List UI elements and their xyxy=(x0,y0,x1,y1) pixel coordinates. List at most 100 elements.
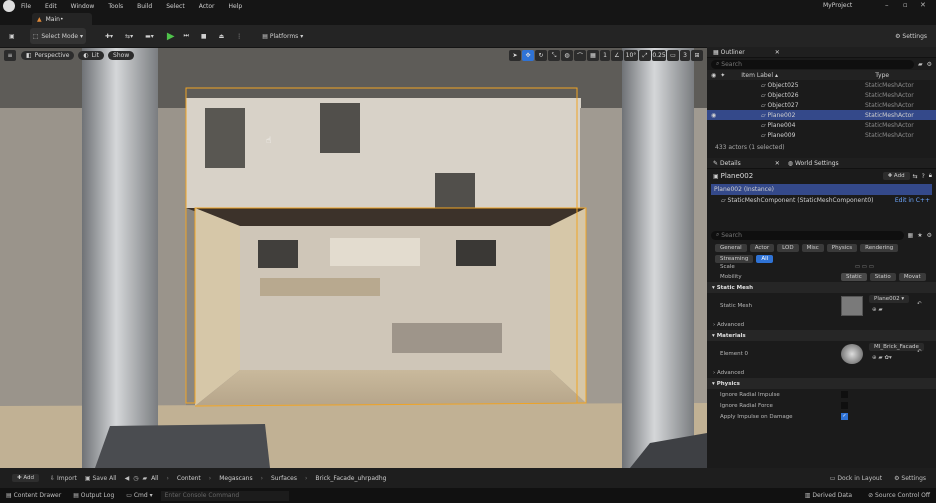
tab-details[interactable]: Details xyxy=(720,160,741,167)
perspective-button[interactable]: ◧ Perspective xyxy=(21,51,75,60)
mobility-stationary[interactable]: Statio xyxy=(869,272,896,281)
save-all-button[interactable]: ▣ Save All xyxy=(85,475,117,482)
minimize-icon[interactable]: – xyxy=(885,1,889,9)
column-item-label[interactable]: Item Label ▴ xyxy=(741,72,875,79)
menu-help[interactable]: Help xyxy=(229,3,243,10)
mobility-movable[interactable]: Movat xyxy=(898,272,926,281)
hamburger-icon[interactable]: ≡ xyxy=(4,50,16,61)
console-input[interactable]: Enter Console Command xyxy=(160,490,289,501)
scale-tool-icon[interactable]: ⤡ xyxy=(548,50,560,61)
maximize-icon[interactable]: ▫ xyxy=(903,1,908,9)
output-log-button[interactable]: ▤ Output Log xyxy=(73,492,114,499)
filter-actor[interactable]: Actor xyxy=(749,244,775,252)
close-icon[interactable]: ✕ xyxy=(920,1,926,9)
outliner-settings-icon[interactable]: ⚙ xyxy=(927,61,932,68)
source-control-button[interactable]: ⊘ Source Control Off xyxy=(868,492,930,499)
play-icon[interactable]: ▶ xyxy=(167,31,175,42)
breadcrumb-surfaces[interactable]: Surfaces xyxy=(271,475,297,482)
add-button[interactable]: ✚ Add xyxy=(12,474,40,482)
blueprint-icon[interactable]: ⇆▾ xyxy=(122,28,136,44)
rotation-snap-value[interactable]: 10° xyxy=(624,50,638,61)
filter-all[interactable]: All xyxy=(756,255,774,263)
menu-edit[interactable]: Edit xyxy=(45,3,57,10)
camera-speed-icon[interactable]: ▭ xyxy=(667,50,679,61)
content-settings-button[interactable]: ⚙ Settings xyxy=(894,475,926,482)
checkbox-checked[interactable]: ✓ xyxy=(841,413,848,420)
add-component-button[interactable]: ✚ Add xyxy=(882,172,910,180)
close-details-icon[interactable]: ✕ xyxy=(775,160,780,167)
scale-fields[interactable]: ▭ ▭ ▭ xyxy=(855,264,874,270)
list-item[interactable]: ▱ Plane004 StaticMeshActor xyxy=(707,120,936,130)
materials-advanced-row[interactable]: › Advanced xyxy=(707,367,936,378)
breadcrumb-brick-facade[interactable]: Brick_Facade_uhrpadhg xyxy=(315,475,386,482)
more-options-icon[interactable]: ⋮ xyxy=(233,28,245,44)
material-sphere-thumbnail[interactable] xyxy=(841,344,863,364)
edit-in-cpp-link[interactable]: Edit in C++ xyxy=(895,197,930,204)
grid-snap-icon[interactable]: ▦ xyxy=(587,50,599,61)
select-tool-icon[interactable]: ➤ xyxy=(509,50,521,61)
static-mesh-dropdown[interactable]: Plane002 ▾ xyxy=(869,295,910,303)
camera-speed-value[interactable]: 3 xyxy=(680,50,690,61)
tab-world-settings[interactable]: World Settings xyxy=(795,160,839,167)
component-row[interactable]: ▱ StaticMeshComponent (StaticMeshCompone… xyxy=(707,195,936,205)
surface-snap-icon[interactable]: ⌒ xyxy=(574,50,586,61)
breadcrumb-megascans[interactable]: Megascans xyxy=(219,475,252,482)
help-icon[interactable]: ? xyxy=(922,173,925,180)
scale-snap-icon[interactable]: ⤢ xyxy=(639,50,651,61)
show-button[interactable]: Show xyxy=(108,51,135,60)
details-settings-icon[interactable]: ⚙ xyxy=(927,232,932,239)
history-icon[interactable]: ◷ xyxy=(133,475,138,482)
menu-select[interactable]: Select xyxy=(166,3,185,10)
mesh-thumbnail[interactable] xyxy=(841,296,863,316)
breadcrumb-content[interactable]: Content xyxy=(177,475,201,482)
section-physics[interactable]: ▾ Physics xyxy=(707,378,936,389)
maximize-viewport-icon[interactable]: ⊞ xyxy=(691,50,703,61)
checkbox[interactable] xyxy=(841,391,848,398)
menu-tools[interactable]: Tools xyxy=(108,3,123,10)
folder-add-icon[interactable]: ▰ xyxy=(918,61,923,68)
cmd-dropdown[interactable]: ▭ Cmd ▾ xyxy=(126,492,152,499)
settings-button[interactable]: ⚙ Settings xyxy=(892,28,930,44)
list-item[interactable]: ▱ Object027 StaticMeshActor xyxy=(707,100,936,110)
mobility-static[interactable]: Static xyxy=(841,272,867,281)
section-static-mesh[interactable]: ▾ Static Mesh xyxy=(707,282,936,293)
filter-physics[interactable]: Physics xyxy=(826,244,858,252)
grid-value[interactable]: 1 xyxy=(600,50,610,61)
filter-misc[interactable]: Misc xyxy=(801,244,824,252)
rotate-tool-icon[interactable]: ↻ xyxy=(535,50,547,61)
eject-icon[interactable]: ⏏ xyxy=(216,28,228,44)
scale-snap-value[interactable]: 0.25 xyxy=(652,50,666,61)
save-icon[interactable]: ▣ xyxy=(6,28,18,44)
import-button[interactable]: ⇩ Import xyxy=(50,475,77,482)
menu-actor[interactable]: Actor xyxy=(199,3,215,10)
tab-main[interactable]: ▲ Main• xyxy=(32,13,92,25)
derived-data-button[interactable]: ▥ Derived Data xyxy=(805,492,852,499)
list-item[interactable]: ▱ Object026 StaticMeshActor xyxy=(707,90,936,100)
menu-build[interactable]: Build xyxy=(137,3,152,10)
list-item[interactable]: ▱ Plane009 StaticMeshActor xyxy=(707,130,936,140)
lit-button[interactable]: ◐ Lit xyxy=(78,51,105,60)
browse-icon[interactable]: ⊕ ▰ xyxy=(872,307,883,313)
unreal-logo-icon[interactable] xyxy=(3,0,15,12)
lock-icon[interactable]: 🔒︎ xyxy=(929,172,932,180)
step-icon[interactable]: ⏭ xyxy=(181,28,192,44)
checkbox[interactable] xyxy=(841,402,848,409)
details-search-input[interactable]: ⌕ Search xyxy=(711,230,904,240)
list-item[interactable]: ▱ Object025 StaticMeshActor xyxy=(707,80,936,90)
content-drawer-button[interactable]: ▤ Content Drawer xyxy=(6,492,61,499)
menu-file[interactable]: File xyxy=(21,3,31,10)
select-mode-dropdown[interactable]: ⬚ Select Mode ▾ xyxy=(29,28,87,44)
instance-row[interactable]: Plane002 (Instance) xyxy=(711,184,932,195)
table-view-icon[interactable]: ▦ xyxy=(908,232,914,239)
breadcrumb-all[interactable]: All xyxy=(151,475,158,482)
blueprint-icon[interactable]: ⇆ xyxy=(913,173,918,180)
rotation-snap-icon[interactable]: ∠ xyxy=(611,50,623,61)
advanced-row[interactable]: › Advanced xyxy=(707,319,936,330)
level-viewport[interactable]: ≡ ◧ Perspective ◐ Lit Show ➤ ✥ ↻ ⤡ ◍ ⌒ ▦ 1… xyxy=(0,48,707,468)
filter-rendering[interactable]: Rendering xyxy=(860,244,899,252)
material-browse-icon[interactable]: ⊕ ▰ ✿▾ xyxy=(872,355,892,361)
eye-icon[interactable]: ◉ xyxy=(711,112,761,119)
close-outliner-icon[interactable]: ✕ xyxy=(775,49,780,56)
list-item-selected[interactable]: ◉ ▱ Plane002 StaticMeshActor xyxy=(707,110,936,120)
move-tool-icon[interactable]: ✥ xyxy=(522,50,534,61)
